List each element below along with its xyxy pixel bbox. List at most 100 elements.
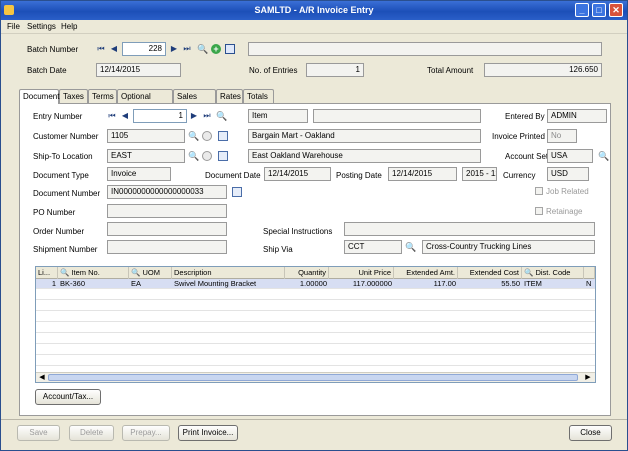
menu-help[interactable]: Help <box>61 22 77 31</box>
grid-horizontal-scrollbar[interactable]: ◀ ▶ <box>36 372 595 382</box>
batch-description-field <box>248 42 602 56</box>
entry-number-input[interactable]: 1 <box>133 109 187 123</box>
document-type-label: Document Type <box>33 171 89 180</box>
empty-row[interactable] <box>36 290 595 300</box>
last-entry-icon[interactable]: ⏭ <box>202 111 212 121</box>
empty-row[interactable] <box>36 345 595 355</box>
ship-to-finder-icon[interactable]: 🔍 <box>188 151 199 161</box>
first-entry-icon[interactable]: ⏮ <box>107 111 117 121</box>
ship-via-name-field: Cross-Country Trucking Lines <box>422 240 595 254</box>
invoice-detail-grid[interactable]: Li... 🔍 Item No. 🔍 UOM Description Quant… <box>35 266 596 383</box>
customer-finder-icon[interactable]: 🔍 <box>188 131 199 141</box>
customer-settings-icon[interactable] <box>202 131 212 141</box>
dist-code-search-icon: 🔍 <box>524 268 536 277</box>
batch-number-label: Batch Number <box>27 45 79 54</box>
grid-header-item[interactable]: 🔍 Item No. <box>58 267 129 279</box>
empty-row[interactable] <box>36 356 595 366</box>
last-batch-icon[interactable]: ⏭ <box>182 44 192 54</box>
previous-batch-icon[interactable]: ◀ <box>109 44 119 54</box>
prepay-button[interactable]: Prepay... <box>122 425 170 441</box>
fiscal-period-field: 2015 - 12 <box>462 167 497 181</box>
grid-header-extended-cost[interactable]: Extended Cost <box>458 267 522 279</box>
account-set-finder-icon[interactable]: 🔍 <box>598 151 609 161</box>
customer-zoom-icon[interactable] <box>218 131 228 141</box>
new-batch-icon[interactable]: + <box>211 44 221 54</box>
row-unit-price-cell: 117.000000 <box>352 279 392 288</box>
ship-via-finder-icon[interactable]: 🔍 <box>405 242 416 252</box>
empty-row[interactable] <box>36 312 595 322</box>
order-number-field <box>107 222 227 236</box>
save-button[interactable]: Save <box>17 425 60 441</box>
entry-finder-icon[interactable]: 🔍 <box>216 111 227 121</box>
tab-terms[interactable]: Terms <box>88 89 117 103</box>
special-instructions-label: Special Instructions <box>263 227 333 236</box>
account-set-label: Account Set <box>505 152 549 161</box>
print-invoice-button[interactable]: Print Invoice... <box>178 425 238 441</box>
posting-date-label: Posting Date <box>336 171 382 180</box>
row-item-cell: BK-360 <box>60 279 86 288</box>
empty-row[interactable] <box>36 334 595 344</box>
ship-to-name-field: East Oakland Warehouse <box>248 149 481 163</box>
tab-rates[interactable]: Rates <box>216 89 243 103</box>
grid-header-extended-amt[interactable]: Extended Amt. <box>394 267 458 279</box>
grid-header-description[interactable]: Description <box>172 267 285 279</box>
document-number-field: IN0000000000000000033 <box>107 185 227 199</box>
next-entry-icon[interactable]: ▶ <box>189 111 199 121</box>
tab-taxes[interactable]: Taxes <box>59 89 88 103</box>
grid-header-dist-code[interactable]: 🔍 Dist. Code <box>522 267 584 279</box>
tab-sales-split[interactable]: Sales Split <box>173 89 216 114</box>
scrollbar-thumb[interactable] <box>48 374 578 381</box>
menu-settings[interactable]: Settings <box>27 22 56 31</box>
batch-number-input[interactable]: 228 <box>122 42 166 56</box>
empty-row[interactable] <box>36 323 595 333</box>
close-button[interactable]: Close <box>569 425 612 441</box>
minimize-button[interactable]: _ <box>575 3 589 17</box>
grid-header-unit-price[interactable]: Unit Price <box>329 267 394 279</box>
grid-header-extra[interactable] <box>584 267 595 279</box>
row-line-cell: 1 <box>51 279 56 288</box>
retainage-checkbox[interactable] <box>535 207 543 215</box>
entry-description-field <box>313 109 481 123</box>
grid-header-uom[interactable]: 🔍 UOM <box>129 267 172 279</box>
ship-to-settings-icon[interactable] <box>202 151 212 161</box>
menu-file[interactable]: File <box>7 22 20 31</box>
first-batch-icon[interactable]: ⏮ <box>96 44 106 54</box>
entered-by-label: Entered By <box>505 112 545 121</box>
uom-search-icon: 🔍 <box>131 268 143 277</box>
maximize-button[interactable]: □ <box>592 3 606 17</box>
menu-bar: File Settings Help <box>1 20 627 34</box>
ship-to-label: Ship-To Location <box>33 152 93 161</box>
batch-date-field: 12/14/2015 <box>96 63 181 77</box>
next-batch-icon[interactable]: ▶ <box>169 44 179 54</box>
document-number-zoom-icon[interactable] <box>232 187 242 197</box>
ship-to-zoom-icon[interactable] <box>218 151 228 161</box>
account-tax-button[interactable]: Account/Tax... <box>35 389 101 405</box>
grid-header-quantity[interactable]: Quantity <box>285 267 329 279</box>
batch-calendar-icon[interactable] <box>225 44 235 54</box>
account-set-field: USA <box>547 149 593 163</box>
item-search-icon: 🔍 <box>60 268 72 277</box>
scroll-right-icon[interactable]: ▶ <box>583 373 593 382</box>
row-extended-cost-cell: 55.50 <box>501 279 520 288</box>
tab-totals[interactable]: Totals <box>243 89 274 103</box>
batch-date-label: Batch Date <box>27 66 67 75</box>
tab-optional-fields[interactable]: Optional Fields <box>117 89 173 114</box>
previous-entry-icon[interactable]: ◀ <box>120 111 130 121</box>
close-window-button[interactable]: ✕ <box>609 3 623 17</box>
grid-header-line[interactable]: Li... <box>36 267 58 279</box>
row-description-cell: Swivel Mounting Bracket <box>174 279 257 288</box>
invoice-printed-field: No <box>547 129 577 143</box>
table-row[interactable]: 1 BK-360 EA Swivel Mounting Bracket 1.00… <box>36 279 595 289</box>
scroll-left-icon[interactable]: ◀ <box>37 373 47 382</box>
row-dist-code-cell: ITEM <box>524 279 542 288</box>
batch-finder-icon[interactable]: 🔍 <box>197 44 208 54</box>
job-related-checkbox[interactable] <box>535 187 543 195</box>
document-type-field: Invoice <box>107 167 171 181</box>
delete-button[interactable]: Delete <box>69 425 114 441</box>
row-extra-cell: N <box>586 279 592 288</box>
currency-field: USD <box>547 167 589 181</box>
row-extended-amt-cell: 117.00 <box>433 279 456 288</box>
entries-field: 1 <box>306 63 364 77</box>
empty-row[interactable] <box>36 301 595 311</box>
tab-document[interactable]: Document <box>19 89 59 104</box>
